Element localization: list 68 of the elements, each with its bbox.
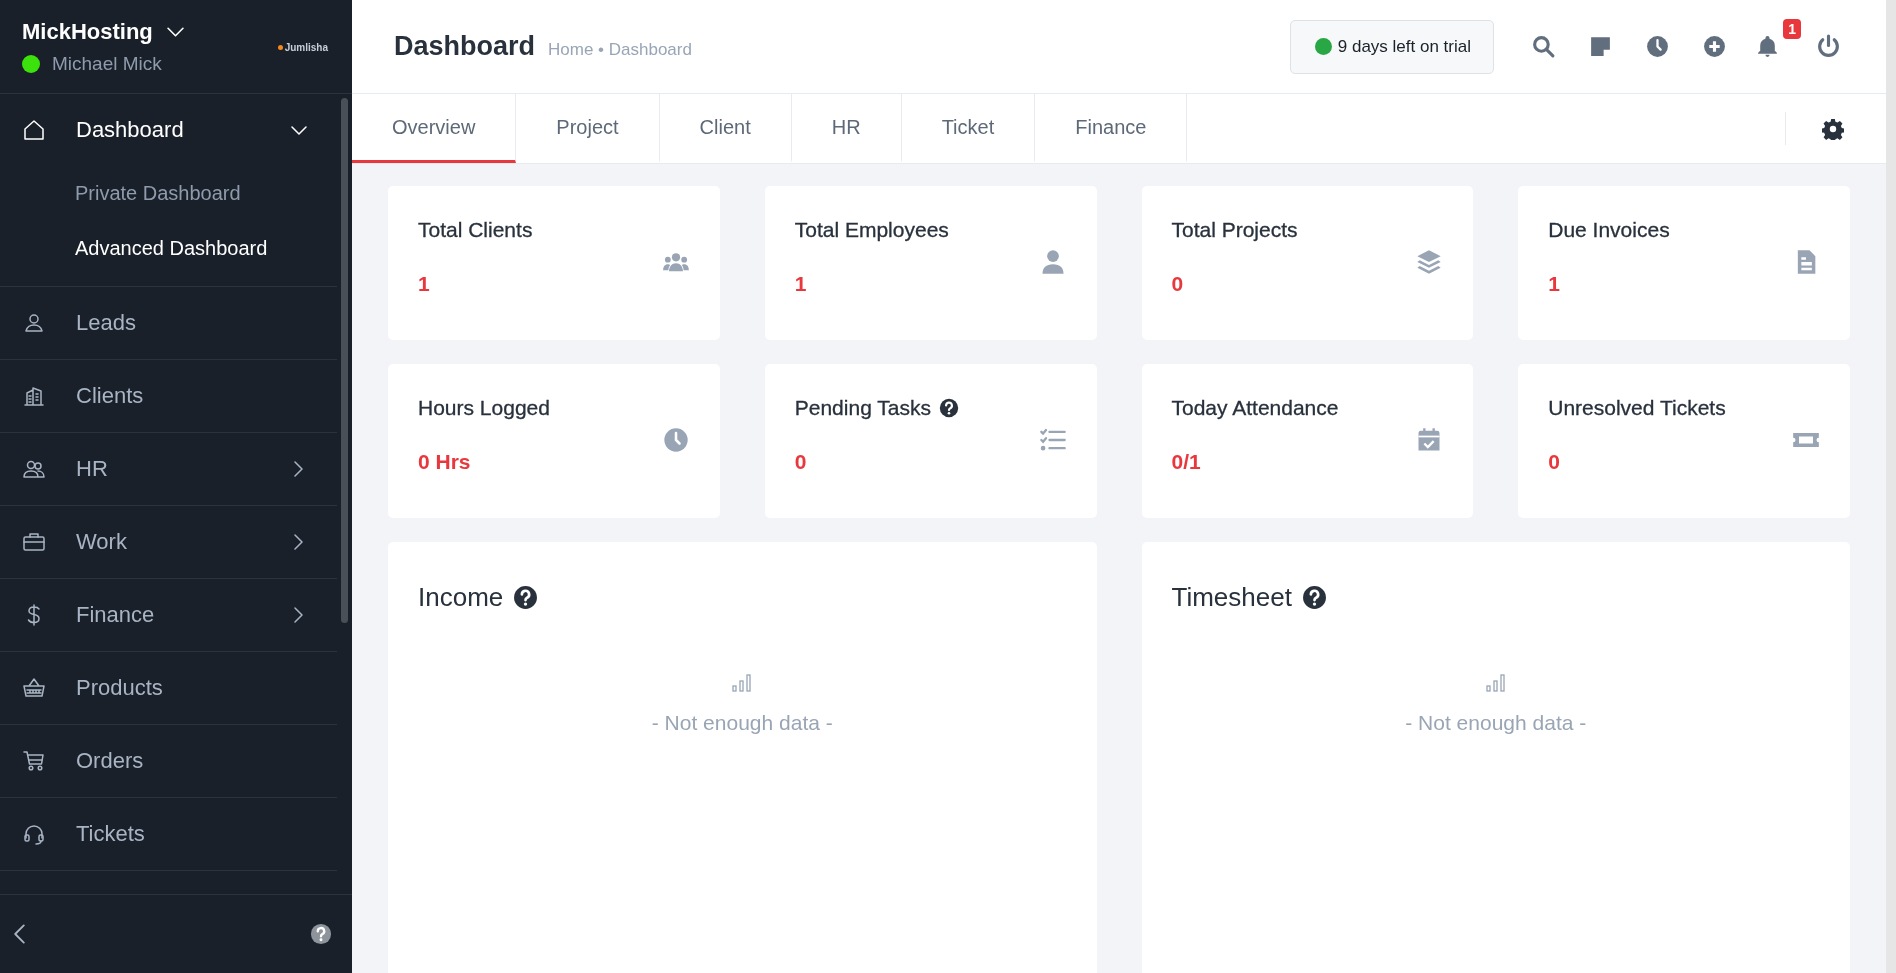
tab[interactable]: HR <box>791 94 902 163</box>
plus-icon <box>1702 34 1727 59</box>
clock-icon <box>661 426 690 454</box>
stat-value: 0/1 <box>1171 450 1202 474</box>
tab[interactable]: Client <box>659 94 792 163</box>
tab[interactable]: Ticket <box>901 94 1036 163</box>
menu-item[interactable]: HR <box>0 433 337 505</box>
submenu-item[interactable]: Advanced Dashboard <box>0 221 337 276</box>
logo-icon <box>277 45 283 50</box>
briefcase-icon <box>22 530 46 554</box>
settings-icon <box>1822 117 1844 140</box>
card-title: Today Attendance <box>1171 396 1339 420</box>
stat-value: 0 <box>1548 450 1561 474</box>
help-icon <box>310 923 332 945</box>
card-title: Unresolved Tickets <box>1548 396 1726 420</box>
panel-title: Timesheet <box>1171 582 1292 613</box>
page-title: Dashboard <box>394 31 536 62</box>
stat-value: 0 <box>794 450 808 474</box>
stat-value: 1 <box>794 272 808 296</box>
chevron-down-icon <box>166 26 184 37</box>
menu-item[interactable]: Work <box>0 506 337 578</box>
basket-icon <box>22 676 46 700</box>
panel-title: Income <box>418 582 504 613</box>
card-title: Pending Tasks <box>794 396 931 420</box>
breadcrumb: Home • Dashboard <box>548 40 692 60</box>
empty-message: - Not enough data - <box>1405 711 1587 735</box>
menu-item[interactable]: Orders <box>0 725 337 797</box>
card-title: Total Employees <box>794 218 949 242</box>
clock-icon <box>1645 34 1670 59</box>
headset-icon <box>22 822 46 846</box>
company-dropdown[interactable]: MickHosting <box>22 18 184 45</box>
card-title: Total Projects <box>1171 218 1298 242</box>
logo-text: Jumlisha <box>284 42 328 53</box>
user-name: Michael Mick <box>52 52 162 75</box>
menu-item[interactable]: Finance <box>0 579 337 651</box>
notification-count: 1 <box>1783 19 1801 39</box>
stat-value: 1 <box>418 272 431 296</box>
stat-value: 1 <box>1548 272 1561 296</box>
tab[interactable]: Overview <box>352 94 517 163</box>
menu-item[interactable]: Dashboard <box>0 94 337 166</box>
card-title: Due Invoices <box>1548 218 1670 242</box>
menu-item[interactable]: Leads <box>0 287 337 359</box>
card-title: Hours Logged <box>418 396 550 420</box>
building-icon <box>22 384 46 408</box>
menu-item[interactable]: Products <box>0 652 337 724</box>
cart-icon <box>22 749 46 773</box>
submenu-item[interactable]: Private Dashboard <box>0 166 337 221</box>
scrollbar[interactable] <box>341 98 348 623</box>
search-icon <box>1531 34 1556 59</box>
menu-item[interactable]: Clients <box>0 360 337 432</box>
settings-button[interactable] <box>1785 112 1844 145</box>
user-icon <box>22 311 46 335</box>
bell-icon <box>1755 34 1780 59</box>
home-icon <box>22 118 46 142</box>
stat-value: 0 <box>1171 272 1185 296</box>
chevron-left-icon <box>14 924 25 944</box>
collapse-button[interactable] <box>14 924 25 944</box>
help-button[interactable] <box>310 923 332 945</box>
note-icon <box>1588 34 1613 59</box>
power-icon <box>1816 34 1841 59</box>
trial-badge: 9 days left on trial <box>1289 19 1494 74</box>
tab[interactable]: Finance <box>1035 94 1188 163</box>
card-title: Total Clients <box>418 218 533 242</box>
bar-chart-icon <box>1483 671 1508 695</box>
menu-item[interactable]: Tickets <box>0 798 337 870</box>
tab[interactable]: Project <box>516 94 660 163</box>
empty-message: - Not enough data - <box>651 711 833 735</box>
stat-value: 0 Hrs <box>418 450 472 474</box>
